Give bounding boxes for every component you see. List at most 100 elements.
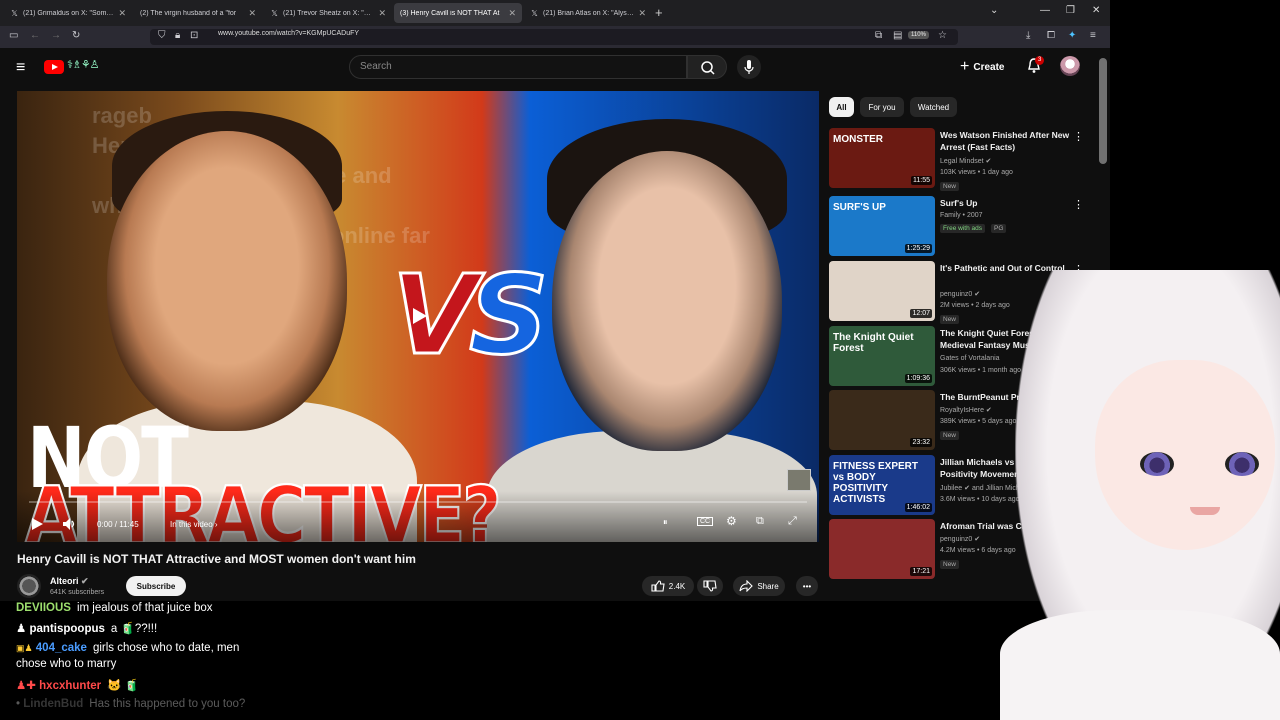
tab-close-icon[interactable]: ✕ [118,8,126,19]
maximize-button[interactable]: ❐ [1066,5,1075,16]
chat-message: ▣♟ 404_cake girls chose who to date, men [16,642,239,654]
more-actions-button[interactable]: ••• [796,576,818,596]
guide-menu-icon[interactable]: ≡ [16,59,25,77]
filter-chip-all[interactable]: All [829,97,854,117]
chat-text: im jealous of that juice box [76,602,213,614]
youtube-doodle-icon: ⚕♗⚘♙ [67,59,100,71]
thumbnail-person-right [552,151,782,451]
tab-close-icon[interactable]: ✕ [378,8,386,19]
picture-in-picture-icon[interactable]: ⧉ [875,30,882,41]
time-display: 0:00 / 11:45 [97,520,139,529]
video-thumbnail[interactable]: SURF'S UP 1:25:29 [829,196,935,256]
create-button[interactable]: + Create [960,55,1004,79]
vtuber-avatar-mouth [1190,507,1220,515]
video-title: Henry Cavill is NOT THAT Attractive and … [17,552,416,566]
recommended-title[interactable]: Wes Watson Finished After New Arrest (Fa… [940,130,1070,153]
center-play-icon[interactable] [409,306,429,326]
video-thumbnail[interactable]: 23:32 [829,390,935,450]
recommended-meta: 2M views • 2 days ago [940,302,1010,309]
recommended-video[interactable]: SURF'S UP 1:25:29 Surf's Up Family • 2007 Fr… [829,196,1099,256]
downloads-icon[interactable]: ⤓ [1026,30,1030,41]
chapter-button[interactable]: In this video › [170,520,218,529]
channel-watermark[interactable] [787,469,811,491]
search-input[interactable]: Search [360,61,392,72]
create-label: Create [973,61,1005,73]
url-text[interactable]: www.youtube.com/watch?v=KGMpUCADuFY [218,30,359,37]
filter-chip-watched[interactable]: Watched [910,97,957,117]
captions-icon[interactable]: CC [697,517,714,526]
voice-search-button[interactable] [737,55,761,79]
tab-close-icon[interactable]: ✕ [638,8,646,19]
channel-avatar[interactable] [17,574,41,598]
reload-icon[interactable]: ↻ [72,30,80,41]
recommended-channel[interactable]: penguinz0 ✔ [940,535,980,543]
volume-icon[interactable] [62,517,78,531]
recommended-title[interactable]: Surf's Up [940,198,1070,210]
shield-icon[interactable]: ⛉ [158,30,166,41]
vs-letter-s: S [468,250,550,381]
recommended-channel[interactable]: RoyaltyIsHere ✔ [940,406,992,414]
minimize-button[interactable]: — [1040,5,1050,16]
extension-icon[interactable]: ✦ [1068,30,1076,41]
browser-tab[interactable]: ▶ (2) The virgin husband of a "for ✕ [134,3,262,23]
account-avatar[interactable] [1060,56,1080,76]
chat-badge-icon: ♟ [16,623,27,635]
browser-tab[interactable]: 𝕏 (21) Brian Atlas on X: "Alysa Liu ✕ [524,3,652,23]
channel-name-link[interactable]: Alteori ✔ [50,576,89,587]
subscribe-button[interactable]: Subscribe [126,576,186,596]
search-box[interactable] [349,55,687,79]
video-thumbnail[interactable]: 12:07 [829,261,935,321]
settings-gear-icon[interactable]: ⚙ [726,514,737,528]
recommended-channel[interactable]: penguinz0 ✔ [940,290,980,298]
recommended-channel[interactable]: Family • 2007 [940,212,983,219]
video-duration: 23:32 [910,438,932,447]
hamburger-menu-icon[interactable]: ≡ [1090,30,1096,41]
fullscreen-icon[interactable]: ⤢ [788,515,797,528]
video-thumbnail[interactable]: FITNESS EXPERT vs BODY POSITIVITY ACTIVI… [829,455,935,515]
video-thumbnail[interactable]: The Knight Quiet Forest 1:09:36 [829,326,935,386]
tab-close-icon[interactable]: ✕ [508,8,516,19]
play-icon[interactable] [30,517,44,531]
sidebar-toggle-icon[interactable]: ▭ [9,30,18,41]
progress-bar[interactable] [29,501,807,503]
more-vertical-icon[interactable]: ⋮ [1073,130,1084,143]
browser-tab[interactable]: 𝕏 (21) Grimaldus on X: "Someon ✕ [4,3,132,23]
autoplay-toggle-icon[interactable]: ⏸ [663,517,668,528]
forward-icon[interactable]: → [51,30,61,41]
channel-name: Legal Mindset [940,158,984,165]
lock-icon[interactable]: 🔒︎ [175,30,180,41]
miniplayer-icon[interactable]: ⧉ [756,515,764,528]
share-label: Share [757,581,779,591]
tab-list-chevron-icon[interactable]: ⌄ [990,5,998,16]
verified-badge-icon: ✔ [985,158,992,165]
zoom-level[interactable]: 110% [908,31,929,39]
recommended-video[interactable]: MONSTER 11:55 Wes Watson Finished After Ne… [829,128,1099,191]
recommended-channel[interactable]: Gates of Vortalania [940,355,1000,362]
bookmark-star-icon[interactable]: ☆ [938,30,947,41]
browser-tab[interactable]: 𝕏 (21) Trevor Sheatz on X: "My wi ✕ [264,3,392,23]
dislike-button[interactable] [697,576,723,596]
share-button[interactable]: Share [733,576,785,596]
reader-view-icon[interactable]: ▤ [893,30,902,41]
tab-close-icon[interactable]: ✕ [248,8,256,19]
video-player[interactable]: rageb Henr vampire and wh port online fa… [17,91,819,542]
video-thumbnail[interactable]: 17:21 [829,519,935,579]
back-icon[interactable]: ← [30,30,40,41]
chat-text: Has this happened to you too? [89,698,246,710]
video-thumbnail[interactable]: MONSTER 11:55 [829,128,935,188]
browser-tab-active[interactable]: ▶ (3) Henry Cavill is NOT THAT At ✕ [394,3,522,23]
extensions-icon[interactable]: ⧠ [1047,30,1055,41]
filter-chip-for-you[interactable]: For you [860,97,904,117]
recommended-meta: 3.6M views • 10 days ago [940,496,1020,503]
permissions-icon[interactable]: ⊡ [190,30,198,41]
close-window-button[interactable]: ✕ [1092,5,1100,16]
page-scrollbar[interactable] [1099,58,1107,164]
youtube-logo[interactable] [44,60,64,74]
new-tab-button[interactable]: + [655,5,663,20]
thumbnail-person-left [107,131,347,431]
search-button[interactable] [687,55,727,79]
like-button[interactable]: 2.4K [642,576,694,596]
recommended-channel[interactable]: Legal Mindset ✔ [940,157,991,165]
chat-username: DEVIIOUS [16,602,71,614]
more-vertical-icon[interactable]: ⋮ [1073,198,1084,211]
